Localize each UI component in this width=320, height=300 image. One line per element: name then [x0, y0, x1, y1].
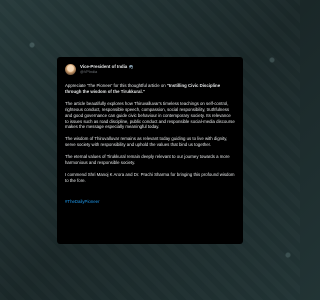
post-paragraph-4: The eternal values of Tirukkural remain … [65, 154, 230, 166]
post-body: Appreciate 'The Pioneer' for this though… [65, 83, 235, 208]
post-paragraph-3: The wisdom of Thiruvalluvar remains as r… [65, 136, 228, 148]
post-paragraph-5: I commend Shri Manoj K Arora and Dr. Pra… [65, 171, 235, 183]
post-paragraph-2: The article beautifully explores how Thi… [65, 100, 235, 130]
author-info: Vice-President of India @VPIndia [80, 64, 134, 74]
avatar[interactable] [65, 64, 76, 75]
paragraph-1-text: Appreciate 'The Pioneer' for this though… [65, 83, 167, 88]
author-handle[interactable]: @VPIndia [80, 70, 133, 74]
verified-icon [129, 65, 134, 70]
hashtag-link[interactable]: #TheDailyPioneer [65, 199, 100, 204]
post-header: Vice-President of India @VPIndia [65, 64, 235, 75]
post-card: Vice-President of India @VPIndia Appreci… [57, 57, 243, 244]
post-paragraph-1: Appreciate 'The Pioneer' for this though… [65, 83, 235, 95]
